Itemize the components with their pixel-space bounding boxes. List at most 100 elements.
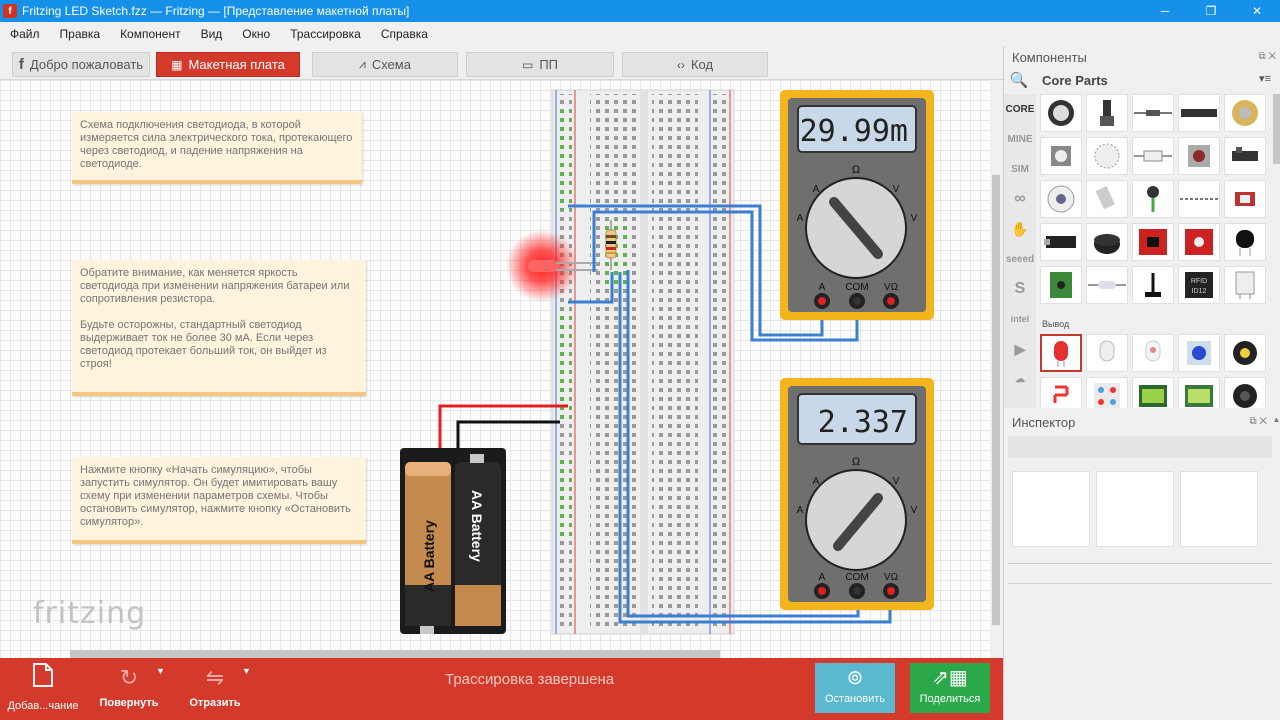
part-reed-switch[interactable] <box>1086 266 1128 304</box>
minimize-button[interactable]: ─ <box>1142 0 1188 22</box>
part-led-ring[interactable] <box>1224 334 1266 372</box>
breadboard[interactable] <box>551 89 735 635</box>
menu-window[interactable]: Окно <box>232 27 280 41</box>
dial-v-label-1: V <box>893 476 900 487</box>
menu-file[interactable]: Файл <box>0 27 50 41</box>
bin-core[interactable]: CORE <box>1004 94 1036 124</box>
menu-view[interactable]: Вид <box>191 27 233 41</box>
dial-v-label-2: V <box>911 213 918 224</box>
bin-title: Core Parts <box>1042 72 1108 88</box>
inspector-scrollbar[interactable]: ▲ <box>1272 411 1280 720</box>
part-wire-dashed[interactable] <box>1178 180 1220 218</box>
inspector-schematic-image <box>1096 471 1174 547</box>
multimeter-2-display: 2.337 <box>818 405 908 440</box>
part-red-module-2[interactable] <box>1178 223 1220 261</box>
part-speaker[interactable] <box>1224 377 1266 408</box>
part-humidity-sensor[interactable] <box>1224 266 1266 304</box>
bin-arduino[interactable]: ∞ <box>1004 184 1036 214</box>
bin-menu-icon[interactable]: ▾≡ <box>1259 72 1271 85</box>
part-rgb-led[interactable] <box>1132 334 1174 372</box>
tab-welcome[interactable]: f Добро пожаловать <box>12 52 150 77</box>
maximize-button[interactable]: ❐ <box>1188 0 1234 22</box>
tab-breadboard[interactable]: ▦ Макетная плата <box>156 52 300 77</box>
bin-contrib[interactable]: ✋ <box>1004 214 1036 244</box>
part-red-module-1[interactable] <box>1132 223 1174 261</box>
part-wire[interactable] <box>1132 94 1174 132</box>
part-trimmer[interactable] <box>1086 94 1128 132</box>
part-header[interactable] <box>1178 94 1220 132</box>
flip-button[interactable]: ⇋ Отразить ▼ <box>182 662 251 709</box>
flip-dropdown-icon[interactable]: ▼ <box>242 666 251 676</box>
part-encoder[interactable] <box>1086 137 1128 175</box>
canvas-horizontal-scrollbar[interactable] <box>70 650 720 658</box>
part-transistor[interactable] <box>1224 223 1266 261</box>
part-servo-wheel[interactable] <box>1040 180 1082 218</box>
menu-help[interactable]: Справка <box>371 27 438 41</box>
part-ir-receiver[interactable] <box>1040 223 1082 261</box>
part-tilt-sensor[interactable] <box>1086 180 1128 218</box>
tab-schematic-label: Схема <box>371 57 411 72</box>
tab-code-label: Код <box>690 57 714 72</box>
tab-schematic[interactable]: ⩘ Схема <box>312 52 458 77</box>
right-panel: Компоненты ⧉ ✕ 🔍 Core Parts ▾≡ CORE MINE… <box>1003 46 1280 720</box>
part-rotary-pot[interactable] <box>1040 137 1082 175</box>
part-green-module[interactable] <box>1040 266 1082 304</box>
part-flex-sensor[interactable] <box>1224 180 1266 218</box>
part-photocell[interactable] <box>1132 180 1174 218</box>
breadboard-canvas[interactable]: Схема подключения светодиода, в которой … <box>0 80 990 658</box>
part-piezo[interactable] <box>1224 94 1266 132</box>
bin-sim[interactable]: SIM <box>1004 154 1036 184</box>
jack-com-label: COM <box>845 572 868 583</box>
flip-icon: ⇋ <box>205 665 225 690</box>
multimeter-voltage[interactable]: 2.337 Ω A A V V A COM VΩ <box>780 378 934 610</box>
part-lcd-2[interactable] <box>1178 377 1220 408</box>
part-slide-switch[interactable] <box>1224 137 1266 175</box>
part-buzzer[interactable] <box>1086 223 1128 261</box>
canvas-vertical-scrollbar[interactable] <box>990 80 1003 658</box>
part-potentiometer[interactable] <box>1040 94 1082 132</box>
bin-intel[interactable]: intel <box>1004 304 1036 334</box>
search-icon[interactable]: 🔍 <box>1004 68 1034 92</box>
parts-scrollbar[interactable] <box>1272 94 1280 408</box>
note-icon <box>0 662 86 697</box>
parts-scroll-thumb[interactable] <box>1273 94 1280 164</box>
part-fuse[interactable] <box>1132 137 1174 175</box>
panel-float-close-icon[interactable]: ⧉ ✕ <box>1258 51 1276 62</box>
scroll-up-icon[interactable]: ▲ <box>1272 415 1280 424</box>
inspector-pcb-image <box>1180 471 1258 547</box>
battery-pack[interactable]: AA Battery AA Battery <box>400 448 506 634</box>
bin-sparkfun[interactable]: S <box>1004 274 1036 304</box>
part-white-led[interactable] <box>1086 334 1128 372</box>
bin-play[interactable]: ▶ <box>1004 334 1036 364</box>
part-red-led[interactable] <box>1040 334 1082 372</box>
tab-pcb[interactable]: ▭ ПП <box>466 52 614 77</box>
share-button[interactable]: ⇗▦ Поделиться <box>910 663 990 713</box>
part-led-matrix[interactable] <box>1086 377 1128 408</box>
part-pushbutton[interactable] <box>1178 137 1220 175</box>
svg-text:ID12: ID12 <box>1192 288 1207 295</box>
dial-v-label-2: V <box>911 505 918 516</box>
part-7segment[interactable] <box>1040 377 1082 408</box>
close-button[interactable]: ✕ <box>1234 0 1280 22</box>
part-blue-led[interactable] <box>1178 334 1220 372</box>
add-note-button[interactable]: Добав...чание <box>0 662 86 712</box>
battery-wires[interactable] <box>438 404 568 450</box>
part-rfid[interactable]: RFID ID12 <box>1178 266 1220 304</box>
bin-seeed[interactable]: seeed <box>1004 244 1036 274</box>
vertical-scroll-thumb[interactable] <box>992 175 1000 625</box>
circuit-svg: AA Battery AA Battery 29.99m Ω A A V V A… <box>400 89 934 635</box>
stop-simulator-button[interactable]: ⊚ Остановить <box>815 663 895 713</box>
part-lcd[interactable] <box>1132 377 1174 408</box>
menu-edit[interactable]: Правка <box>50 27 111 41</box>
rotate-dropdown-icon[interactable]: ▼ <box>156 666 165 676</box>
tab-code[interactable]: ‹› Код <box>622 52 768 77</box>
part-joystick[interactable] <box>1132 266 1174 304</box>
routing-status: Трассировка завершена <box>445 671 615 688</box>
menu-routing[interactable]: Трассировка <box>280 27 371 41</box>
bin-mine[interactable]: MINE <box>1004 124 1036 154</box>
inspector-float-close-icon[interactable]: ⧉ ✕ <box>1249 416 1267 427</box>
rotate-button[interactable]: ↻ Повернуть ▼ <box>96 662 165 709</box>
menu-part[interactable]: Компонент <box>110 27 191 41</box>
multimeter-current[interactable]: 29.99m Ω A A V V A COM VΩ <box>780 90 934 320</box>
bin-more[interactable]: ☁ <box>1004 364 1036 394</box>
